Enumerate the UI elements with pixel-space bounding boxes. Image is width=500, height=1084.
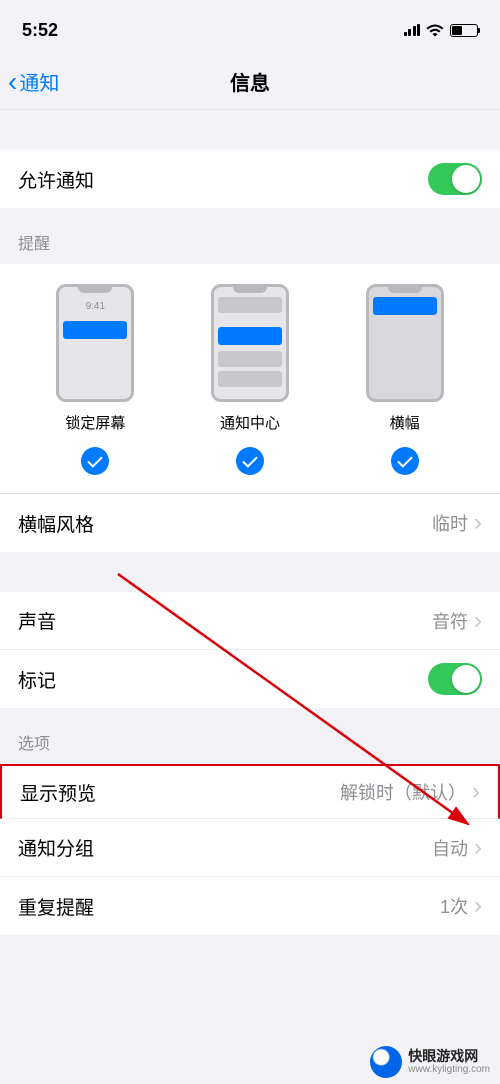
alerts-header: 提醒 bbox=[0, 208, 500, 264]
chevron-left-icon: ‹ bbox=[8, 68, 17, 96]
options-header: 选项 bbox=[0, 708, 500, 764]
chevron-right-icon: › bbox=[474, 509, 482, 537]
lockscreen-preview-icon: 9:41 bbox=[56, 284, 134, 402]
status-bar: 5:52 bbox=[0, 0, 500, 54]
repeat-label: 重复提醒 bbox=[18, 893, 94, 920]
sounds-cell[interactable]: 声音 音符 › bbox=[0, 592, 500, 650]
nav-bar: ‹ 通知 信息 bbox=[0, 54, 500, 110]
alert-banner[interactable]: 横幅 bbox=[366, 284, 444, 475]
center-preview-icon bbox=[211, 284, 289, 402]
sounds-value: 音符 bbox=[432, 608, 468, 634]
allow-notifications-cell[interactable]: 允许通知 bbox=[0, 150, 500, 208]
alert-lockscreen[interactable]: 9:41 锁定屏幕 bbox=[56, 284, 134, 475]
badges-cell[interactable]: 标记 bbox=[0, 650, 500, 708]
checkmark-icon bbox=[391, 447, 419, 475]
watermark: 快眼游戏网 www.kyligting.com bbox=[370, 1046, 490, 1078]
repeat-value: 1次 bbox=[440, 893, 468, 919]
back-button[interactable]: ‹ 通知 bbox=[0, 67, 59, 96]
watermark-url: www.kyligting.com bbox=[408, 1064, 490, 1075]
show-preview-label: 显示预览 bbox=[20, 779, 96, 806]
banner-style-cell[interactable]: 横幅风格 临时 › bbox=[0, 494, 500, 552]
grouping-cell[interactable]: 通知分组 自动 › bbox=[0, 819, 500, 877]
chevron-right-icon: › bbox=[472, 778, 480, 806]
back-label: 通知 bbox=[19, 67, 59, 96]
badges-toggle[interactable] bbox=[428, 663, 482, 695]
page-title: 信息 bbox=[230, 67, 270, 96]
grouping-label: 通知分组 bbox=[18, 834, 94, 861]
watermark-logo-icon bbox=[370, 1046, 402, 1078]
lockscreen-label: 锁定屏幕 bbox=[65, 412, 125, 433]
checkmark-icon bbox=[236, 447, 264, 475]
banner-preview-icon bbox=[366, 284, 444, 402]
show-preview-cell[interactable]: 显示预览 解锁时（默认） › bbox=[0, 764, 500, 819]
checkmark-icon bbox=[81, 447, 109, 475]
banner-style-value: 临时 bbox=[432, 510, 468, 536]
chevron-right-icon: › bbox=[474, 607, 482, 635]
show-preview-value: 解锁时（默认） bbox=[340, 779, 466, 805]
status-time: 5:52 bbox=[22, 20, 58, 41]
sounds-label: 声音 bbox=[18, 607, 56, 634]
cellular-icon bbox=[404, 24, 421, 36]
watermark-title: 快眼游戏网 bbox=[408, 1049, 490, 1064]
alert-notification-center[interactable]: 通知中心 bbox=[211, 284, 289, 475]
battery-icon bbox=[450, 24, 478, 37]
allow-notifications-toggle[interactable] bbox=[428, 163, 482, 195]
chevron-right-icon: › bbox=[474, 834, 482, 862]
grouping-value: 自动 bbox=[432, 835, 468, 861]
banner-label: 横幅 bbox=[390, 412, 420, 433]
chevron-right-icon: › bbox=[474, 892, 482, 920]
banner-style-label: 横幅风格 bbox=[18, 510, 94, 537]
allow-label: 允许通知 bbox=[18, 166, 94, 193]
center-label: 通知中心 bbox=[220, 412, 280, 433]
badges-label: 标记 bbox=[18, 666, 56, 693]
repeat-cell[interactable]: 重复提醒 1次 › bbox=[0, 877, 500, 935]
wifi-icon bbox=[426, 24, 444, 37]
alert-types: 9:41 锁定屏幕 通知中心 横幅 bbox=[0, 264, 500, 493]
status-icons bbox=[404, 24, 479, 37]
